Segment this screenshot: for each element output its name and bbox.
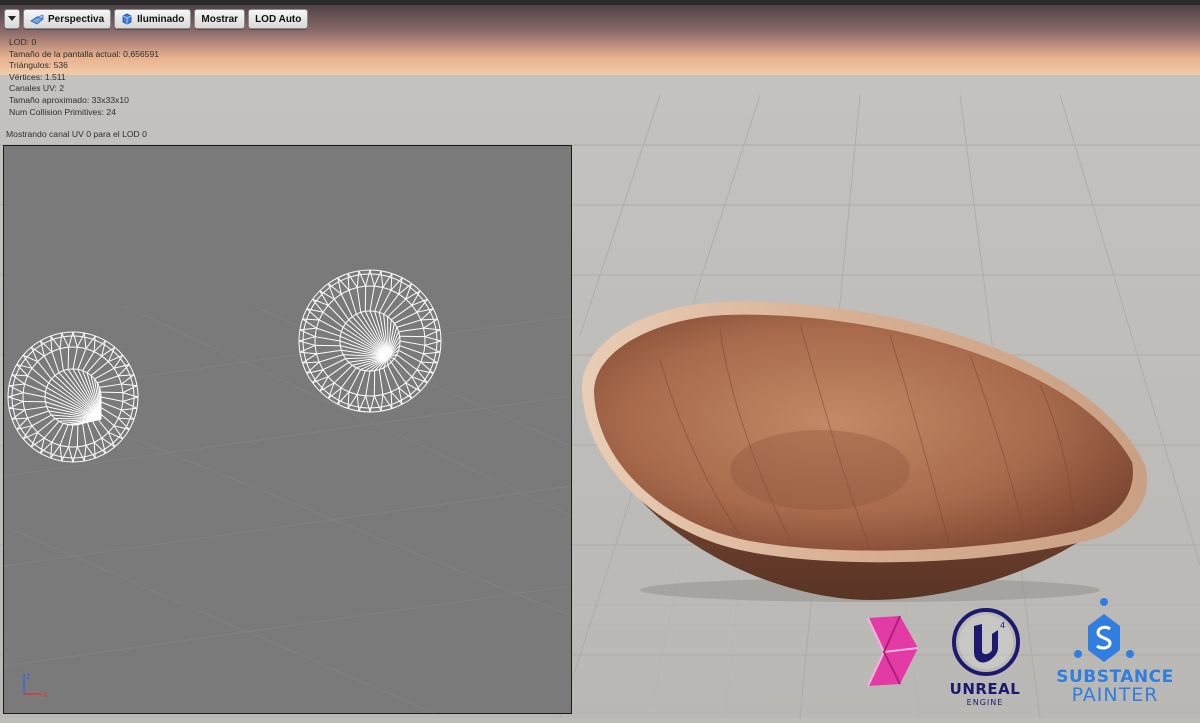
- stat-approx-size: Tamaño aproximado: 33x33x10: [9, 95, 159, 107]
- substance-painter-wordmark: SUBSTANCE PAINTER: [1050, 668, 1180, 704]
- show-button[interactable]: Mostrar: [194, 9, 245, 29]
- lod-auto-label: LOD Auto: [255, 14, 301, 25]
- mesh-stats-overlay: LOD: 0 Tamaño de la pantalla actual: 0,6…: [9, 37, 159, 118]
- substance-line2: PAINTER: [1050, 686, 1180, 704]
- stat-uv-channels: Canales UV: 2: [9, 83, 159, 95]
- stat-lod: LOD: 0: [9, 37, 159, 49]
- substance-painter-logo: [1074, 598, 1134, 662]
- unreal-line1: UNREAL: [936, 682, 1034, 697]
- stat-collision-primitives: Num Collision Primitives: 24: [9, 107, 159, 119]
- show-label: Mostrar: [201, 14, 238, 25]
- lit-mode-button[interactable]: Iluminado: [114, 9, 191, 29]
- stat-triangles: Triángulos: 536: [9, 60, 159, 72]
- substance-designer-logo: [868, 616, 918, 686]
- unreal-engine-logo: 4: [954, 610, 1018, 674]
- stat-screen-size: Tamaño de la pantalla actual: 0,656591: [9, 49, 159, 61]
- viewport-toolbar: Perspectiva Iluminado Mostrar LOD Auto: [4, 9, 308, 29]
- perspective-cube-icon: [30, 14, 44, 25]
- wooden-bowl-mesh[interactable]: [570, 300, 1160, 615]
- stat-vertices: Vértices: 1.511: [9, 72, 159, 84]
- axis-widget: z x: [12, 668, 52, 707]
- viewport-options-button[interactable]: [4, 9, 20, 29]
- lit-sphere-icon: [121, 13, 133, 25]
- uv-layout-canvas: [4, 146, 571, 713]
- uv-island-outer: [299, 270, 441, 412]
- uv-layout-panel[interactable]: [3, 145, 572, 714]
- perspective-button[interactable]: Perspectiva: [23, 9, 111, 29]
- axis-x-label: x: [43, 689, 48, 699]
- perspective-label: Perspectiva: [48, 14, 104, 25]
- uv-island-inner: [8, 332, 138, 462]
- lod-auto-button[interactable]: LOD Auto: [248, 9, 308, 29]
- unreal-engine-wordmark: UNREAL ENGINE: [936, 682, 1034, 708]
- unreal-line2: ENGINE: [936, 697, 1034, 708]
- lit-mode-label: Iluminado: [137, 14, 184, 25]
- chevron-down-icon: [8, 16, 16, 22]
- svg-text:4: 4: [1000, 621, 1005, 630]
- axis-z-label: z: [26, 671, 31, 681]
- uv-channel-caption: Mostrando canal UV 0 para el LOD 0: [6, 129, 147, 139]
